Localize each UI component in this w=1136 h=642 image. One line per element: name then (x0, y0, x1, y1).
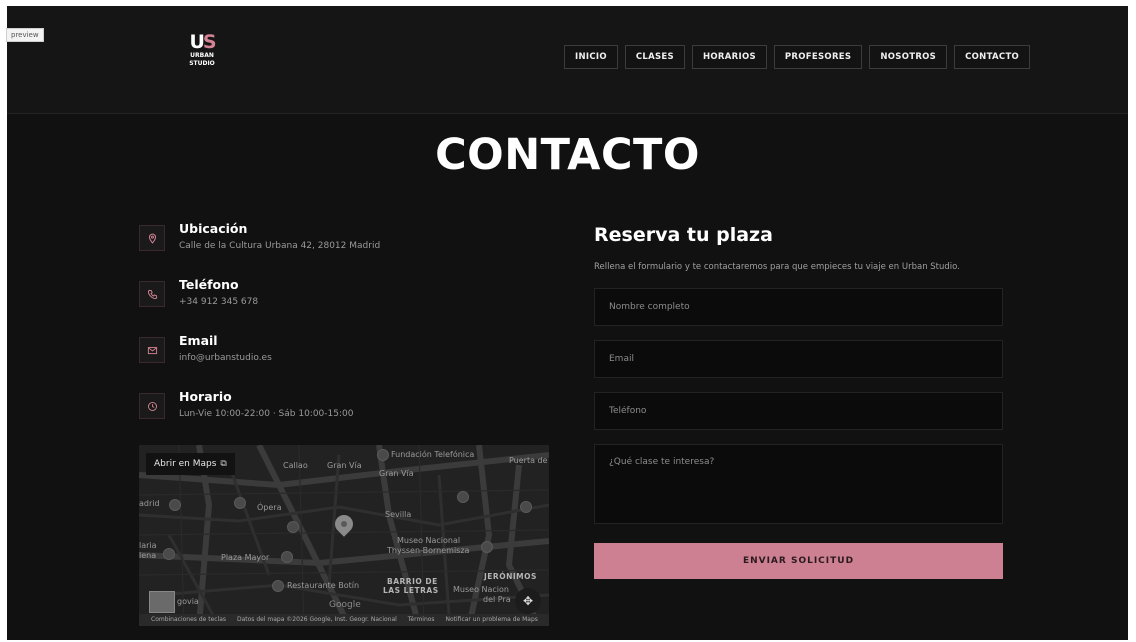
logo-text-urban: URBAN (190, 52, 214, 59)
map-label: Restaurante Botín (287, 581, 360, 590)
open-in-maps-label: Abrir en Maps (154, 459, 217, 469)
poi-icon (481, 541, 493, 553)
map-label: Museo Nacion (453, 585, 509, 594)
contact-value: +34 912 345 678 (179, 297, 259, 307)
poi-icon (377, 449, 389, 461)
map-label: Callao (283, 461, 308, 470)
open-in-maps-button[interactable]: Abrir en Maps ⧉ (146, 453, 235, 475)
map-label: del Pra (483, 595, 511, 604)
clock-icon (139, 393, 165, 419)
submit-request-button[interactable]: ENVIAR SOLICITUD (594, 543, 1003, 579)
map-label: Sevilla (385, 510, 412, 519)
phone-icon (139, 281, 165, 307)
main-nav: INICIO CLASES HORARIOS PROFESORES NOSOTR… (564, 45, 1031, 69)
phone-input[interactable] (594, 392, 1003, 430)
map-footer-shortcuts[interactable]: Combinaciones de teclas (151, 616, 226, 623)
nav-item-horarios[interactable]: HORARIOS (691, 45, 767, 69)
class-interest-textarea[interactable] (594, 444, 1003, 524)
map-attribution: Combinaciones de teclas Datos del mapa ©… (139, 614, 549, 626)
contact-label: Email (179, 333, 218, 348)
map-label: JERÓNIMOS (484, 572, 537, 581)
page-title: CONTACTO (435, 130, 700, 180)
map-footer-terms[interactable]: Términos (408, 616, 435, 623)
nav-item-contacto[interactable]: CONTACTO (954, 45, 1031, 69)
map-layer-thumbnail[interactable] (149, 591, 175, 613)
map-footer-data: Datos del mapa ©2026 Google, Inst. Geogr… (236, 616, 397, 623)
nav-item-nosotros[interactable]: NOSOTROS (869, 45, 948, 69)
contact-label: Ubicación (179, 221, 248, 236)
logo-mark: US (177, 33, 227, 52)
location-pin-icon (139, 225, 165, 251)
map-label: Puerta de (509, 456, 548, 465)
embedded-map[interactable]: Fundación Telefónica Callao Gran Vía Gra… (139, 445, 549, 626)
map-label: Ópera (257, 503, 282, 512)
map-label: BARRIO DE (387, 577, 438, 586)
preview-tag: preview (6, 28, 44, 42)
map-label: Thyssen-Bornemisza (387, 546, 470, 555)
map-label: Gran Vía (327, 461, 362, 470)
contact-value: Lun-Vie 10:00-22:00 · Sáb 10:00-15:00 (179, 409, 354, 419)
page-frame: US URBAN STUDIO INICIO CLASES HORARIOS P… (7, 6, 1128, 640)
brand-logo[interactable]: US URBAN STUDIO (177, 33, 227, 67)
site-header: US URBAN STUDIO INICIO CLASES HORARIOS P… (7, 6, 1128, 114)
email-input[interactable] (594, 340, 1003, 378)
poi-icon (234, 497, 246, 509)
poi-icon (163, 548, 175, 560)
poi-icon (272, 580, 284, 592)
nav-item-inicio[interactable]: INICIO (564, 45, 618, 69)
form-title: Reserva tu plaza (594, 224, 773, 246)
form-subtitle: Rellena el formulario y te contactaremos… (594, 262, 960, 272)
contact-value: info@urbanstudio.es (179, 353, 272, 363)
nav-item-profesores[interactable]: PROFESORES (773, 45, 863, 69)
map-label: govia (177, 597, 199, 606)
external-link-icon: ⧉ (220, 459, 227, 469)
contact-label: Teléfono (179, 277, 239, 292)
map-label: Plaza Mayor (221, 553, 270, 562)
poi-icon (457, 491, 469, 503)
map-label: laria (139, 541, 157, 550)
poi-icon (169, 499, 181, 511)
poi-icon (287, 521, 299, 533)
map-label: lena (139, 551, 157, 560)
contact-label: Horario (179, 389, 232, 404)
logo-mark-s: S (202, 31, 217, 53)
mail-icon (139, 337, 165, 363)
map-label: adrid (139, 499, 160, 508)
contact-value: Calle de la Cultura Urbana 42, 28012 Mad… (179, 241, 381, 251)
map-label: Fundación Telefónica (391, 450, 475, 459)
logo-text-studio: STUDIO (189, 59, 215, 67)
poi-icon (281, 551, 293, 563)
map-label: Gran Vía (379, 469, 414, 478)
logo-mark-u: U (189, 31, 205, 53)
map-footer-report[interactable]: Notificar un problema de Maps (445, 616, 537, 623)
map-pan-control-icon[interactable]: ✥ (515, 588, 541, 614)
poi-icon (520, 501, 532, 513)
nav-item-clases[interactable]: CLASES (624, 45, 685, 69)
map-label: LAS LETRAS (383, 586, 439, 595)
map-label: Museo Nacional (397, 536, 461, 545)
name-input[interactable] (594, 288, 1003, 326)
google-logo: Google (329, 600, 361, 610)
